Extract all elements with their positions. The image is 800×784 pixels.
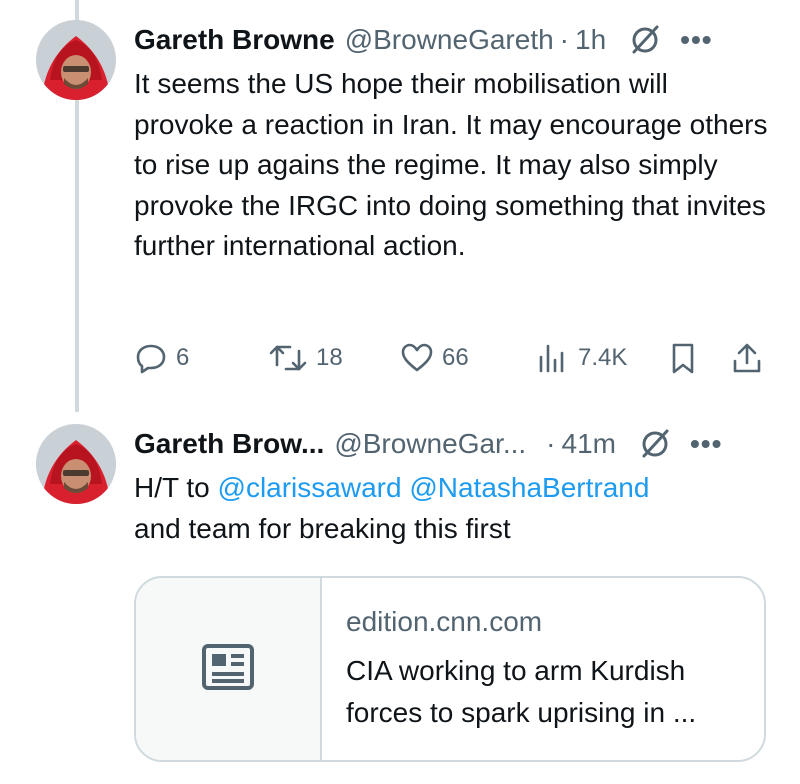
more-options-icon[interactable]: ••• bbox=[680, 24, 712, 56]
views-count: 7.4K bbox=[578, 344, 628, 371]
repost-button[interactable]: 18 bbox=[268, 341, 343, 375]
bookmark-icon bbox=[666, 341, 700, 375]
avatar[interactable] bbox=[36, 424, 116, 504]
mention-link[interactable]: @NatashaBertrand bbox=[409, 472, 649, 503]
author-handle[interactable]: @BrowneGar... bbox=[334, 428, 526, 460]
heart-icon bbox=[400, 341, 434, 375]
more-options-icon[interactable]: ••• bbox=[690, 428, 722, 460]
tweet-header: Gareth Browne @BrowneGareth · 1h ••• bbox=[134, 20, 772, 60]
separator-dot: · bbox=[546, 428, 556, 459]
tweet-text: H/T to @clarissaward @NatashaBertrand an… bbox=[134, 468, 770, 549]
repost-icon bbox=[268, 341, 308, 375]
timestamp[interactable]: 41m bbox=[562, 428, 616, 460]
author-name[interactable]: Gareth Brow... bbox=[134, 428, 324, 460]
like-count: 66 bbox=[442, 344, 469, 371]
reply-button[interactable]: 6 bbox=[134, 341, 189, 375]
share-icon bbox=[730, 341, 764, 375]
tweet-text: It seems the US hope their mobilisation … bbox=[134, 68, 768, 261]
verified-badge-icon bbox=[628, 23, 662, 57]
link-preview-card[interactable]: edition.cnn.com CIA working to arm Kurdi… bbox=[134, 576, 766, 762]
tweet-text-prefix: H/T to bbox=[134, 472, 218, 503]
card-thumbnail bbox=[136, 578, 322, 760]
separator-dot: · bbox=[559, 24, 569, 55]
like-button[interactable]: 66 bbox=[400, 341, 469, 375]
avatar[interactable] bbox=[36, 20, 116, 100]
views-chart-icon bbox=[536, 341, 570, 375]
tweet-header: Gareth Brow... @BrowneGar... · 41m ••• bbox=[134, 424, 772, 464]
tweet-actions: 6 18 66 7.4K bbox=[134, 338, 770, 378]
tweet-text-suffix: and team for breaking this first bbox=[134, 512, 511, 544]
card-domain: edition.cnn.com bbox=[346, 606, 543, 637]
timestamp[interactable]: 1h bbox=[575, 24, 606, 56]
reply-count: 6 bbox=[176, 344, 190, 371]
article-icon bbox=[201, 643, 255, 696]
verified-badge-icon bbox=[638, 427, 672, 461]
card-title: CIA working to arm Kurdish forces to spa… bbox=[346, 655, 697, 728]
repost-count: 18 bbox=[316, 344, 343, 371]
reply-icon bbox=[134, 341, 168, 375]
author-handle[interactable]: @BrowneGareth bbox=[345, 24, 554, 56]
views-button[interactable]: 7.4K bbox=[536, 341, 627, 375]
bookmark-button[interactable] bbox=[666, 341, 700, 375]
author-name[interactable]: Gareth Browne bbox=[134, 24, 335, 56]
share-button[interactable] bbox=[730, 341, 764, 375]
mention-link[interactable]: @clarissaward bbox=[218, 472, 402, 503]
